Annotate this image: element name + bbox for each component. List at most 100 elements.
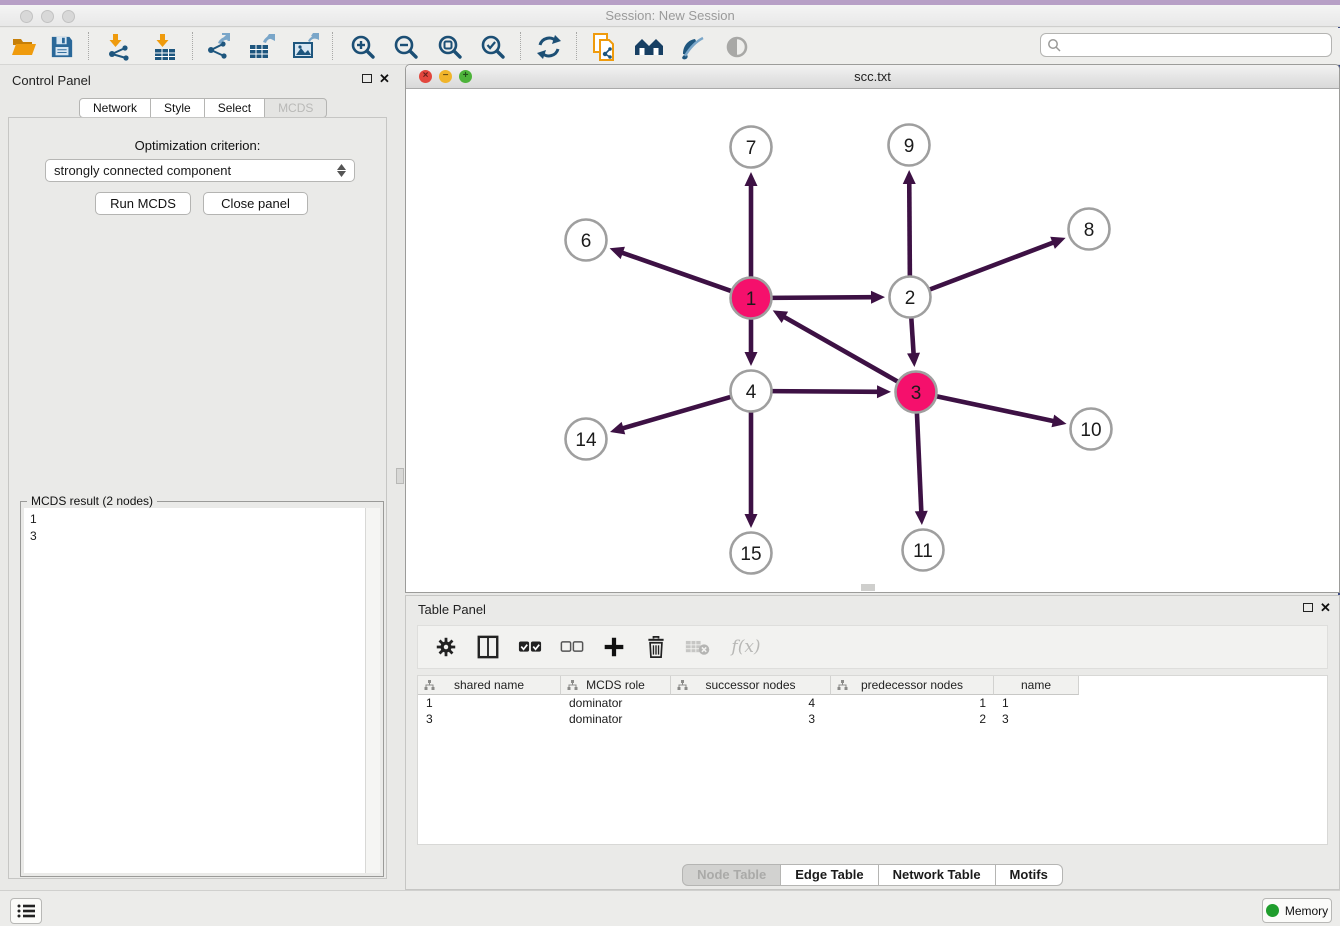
delete-table-icon xyxy=(685,637,711,657)
cell-mcds-role[interactable]: dominator xyxy=(561,695,671,711)
minimize-window-button[interactable] xyxy=(41,10,54,23)
criterion-select[interactable]: strongly connected component xyxy=(45,159,355,182)
select-stepper-icon xyxy=(337,164,346,177)
cell-shared-name[interactable]: 1 xyxy=(418,695,561,711)
fx-icon: f(x) xyxy=(731,637,760,657)
close-table-panel-icon[interactable]: ✕ xyxy=(1320,603,1331,613)
column-header-successor-nodes[interactable]: successor nodes xyxy=(671,676,831,695)
toolbar-separator xyxy=(192,32,193,60)
view-resize-grip[interactable] xyxy=(861,584,875,591)
column-settings-button[interactable] xyxy=(432,633,460,661)
network-canvas[interactable]: 7968124314101511 xyxy=(406,89,1339,592)
cell-successor-nodes[interactable]: 3 xyxy=(671,711,831,727)
cell-successor-nodes[interactable]: 4 xyxy=(671,695,831,711)
deselect-all-rows-button[interactable] xyxy=(558,633,586,661)
import-network-button[interactable] xyxy=(103,31,135,63)
run-mcds-button[interactable]: Run MCDS xyxy=(95,192,191,215)
graph-edge-arrowhead xyxy=(903,170,916,184)
tab-style[interactable]: Style xyxy=(151,98,205,118)
column-header-name[interactable]: name xyxy=(994,676,1079,695)
graph-edge-3-1[interactable] xyxy=(783,316,899,382)
delete-column-button[interactable] xyxy=(642,633,670,661)
result-scrollbar[interactable] xyxy=(366,508,380,873)
graph-edge-3-10[interactable] xyxy=(935,396,1055,421)
close-panel-icon[interactable]: ✕ xyxy=(379,74,390,84)
show-style-button[interactable] xyxy=(676,31,708,63)
memory-button[interactable]: Memory xyxy=(1262,898,1332,923)
tab-select[interactable]: Select xyxy=(205,98,265,118)
cell-predecessor-nodes[interactable]: 1 xyxy=(831,695,994,711)
cell-shared-name[interactable]: 3 xyxy=(418,711,561,727)
clone-network-button[interactable] xyxy=(589,31,621,63)
open-session-button[interactable] xyxy=(8,31,40,63)
tab-motifs[interactable]: Motifs xyxy=(996,864,1063,886)
zoom-selected-button[interactable] xyxy=(477,31,509,63)
tab-node-table[interactable]: Node Table xyxy=(682,864,781,886)
function-builder-button[interactable]: f(x) xyxy=(726,633,766,661)
graph-edge-arrowhead xyxy=(745,514,758,528)
graph-edge-1-6[interactable] xyxy=(621,252,733,291)
panel-splitter[interactable] xyxy=(396,468,404,484)
cyndex-browse-button[interactable] xyxy=(633,31,665,63)
zoom-out-button[interactable] xyxy=(390,31,422,63)
graph-edge-1-2[interactable] xyxy=(770,297,873,298)
cell-mcds-role[interactable]: dominator xyxy=(561,711,671,727)
network-view-title: scc.txt xyxy=(406,65,1339,89)
minimize-view-button[interactable]: − xyxy=(439,70,452,83)
close-panel-button[interactable]: Close panel xyxy=(203,192,308,215)
tab-edge-table[interactable]: Edge Table xyxy=(781,864,878,886)
app-title: Session: New Session xyxy=(0,5,1340,27)
tab-network[interactable]: Network xyxy=(79,98,151,118)
tab-mcds[interactable]: MCDS xyxy=(265,98,327,118)
maximize-view-button[interactable]: + xyxy=(459,70,472,83)
import-table-button[interactable] xyxy=(149,31,181,63)
graph-edge-arrowhead xyxy=(610,422,625,434)
table-row[interactable]: 1 dominator 4 1 1 xyxy=(418,695,1327,711)
main-toolbar xyxy=(0,28,1340,65)
mcds-result-list[interactable]: 1 3 xyxy=(24,508,366,873)
column-header-shared-name[interactable]: shared name xyxy=(418,676,561,695)
mcds-result-group: MCDS result (2 nodes) 1 3 xyxy=(20,501,384,877)
zoom-fit-button[interactable] xyxy=(434,31,466,63)
save-session-button[interactable] xyxy=(46,31,78,63)
hierarchy-icon xyxy=(837,680,848,691)
search-box[interactable] xyxy=(1040,33,1332,57)
add-column-button[interactable] xyxy=(600,633,628,661)
export-network-button[interactable] xyxy=(203,31,235,63)
show-panels-button[interactable] xyxy=(10,898,42,924)
graph-edge-4-14[interactable] xyxy=(622,396,733,428)
zoom-out-icon xyxy=(393,34,419,60)
graph-edge-2-8[interactable] xyxy=(928,242,1055,290)
graph-edge-arrowhead xyxy=(1050,237,1065,249)
graph-node-label: 14 xyxy=(575,430,597,451)
close-view-button[interactable]: × xyxy=(419,70,432,83)
tab-network-table[interactable]: Network Table xyxy=(879,864,996,886)
search-input[interactable] xyxy=(1061,36,1331,54)
apply-layout-button[interactable] xyxy=(533,31,565,63)
graph-edge-3-11[interactable] xyxy=(917,411,922,513)
graph-node-label: 8 xyxy=(1084,220,1095,241)
table-row[interactable]: 3 dominator 3 2 3 xyxy=(418,711,1327,727)
hide-graphics-button[interactable] xyxy=(721,31,753,63)
column-header-predecessor-nodes[interactable]: predecessor nodes xyxy=(831,676,994,695)
cell-name[interactable]: 3 xyxy=(994,711,1079,727)
select-all-rows-button[interactable] xyxy=(516,633,544,661)
column-header-mcds-role[interactable]: MCDS role xyxy=(561,676,671,695)
graph-edge-2-9[interactable] xyxy=(909,182,910,278)
float-panel-icon[interactable] xyxy=(362,74,372,83)
cell-name[interactable]: 1 xyxy=(994,695,1079,711)
close-window-button[interactable] xyxy=(20,10,33,23)
column-manager-button[interactable] xyxy=(474,633,502,661)
float-table-panel-icon[interactable] xyxy=(1303,603,1313,612)
graph-edge-arrowhead xyxy=(907,353,920,367)
zoom-window-button[interactable] xyxy=(62,10,75,23)
network-window-titlebar[interactable]: × − + scc.txt xyxy=(406,65,1339,89)
zoom-in-button[interactable] xyxy=(347,31,379,63)
delete-table-button[interactable] xyxy=(684,633,712,661)
cell-predecessor-nodes[interactable]: 2 xyxy=(831,711,994,727)
graph-edge-4-3[interactable] xyxy=(770,391,879,392)
export-image-button[interactable] xyxy=(290,31,322,63)
export-table-button[interactable] xyxy=(246,31,278,63)
table-panel-title: Table Panel xyxy=(418,602,486,617)
graph-edge-2-3[interactable] xyxy=(911,316,913,355)
